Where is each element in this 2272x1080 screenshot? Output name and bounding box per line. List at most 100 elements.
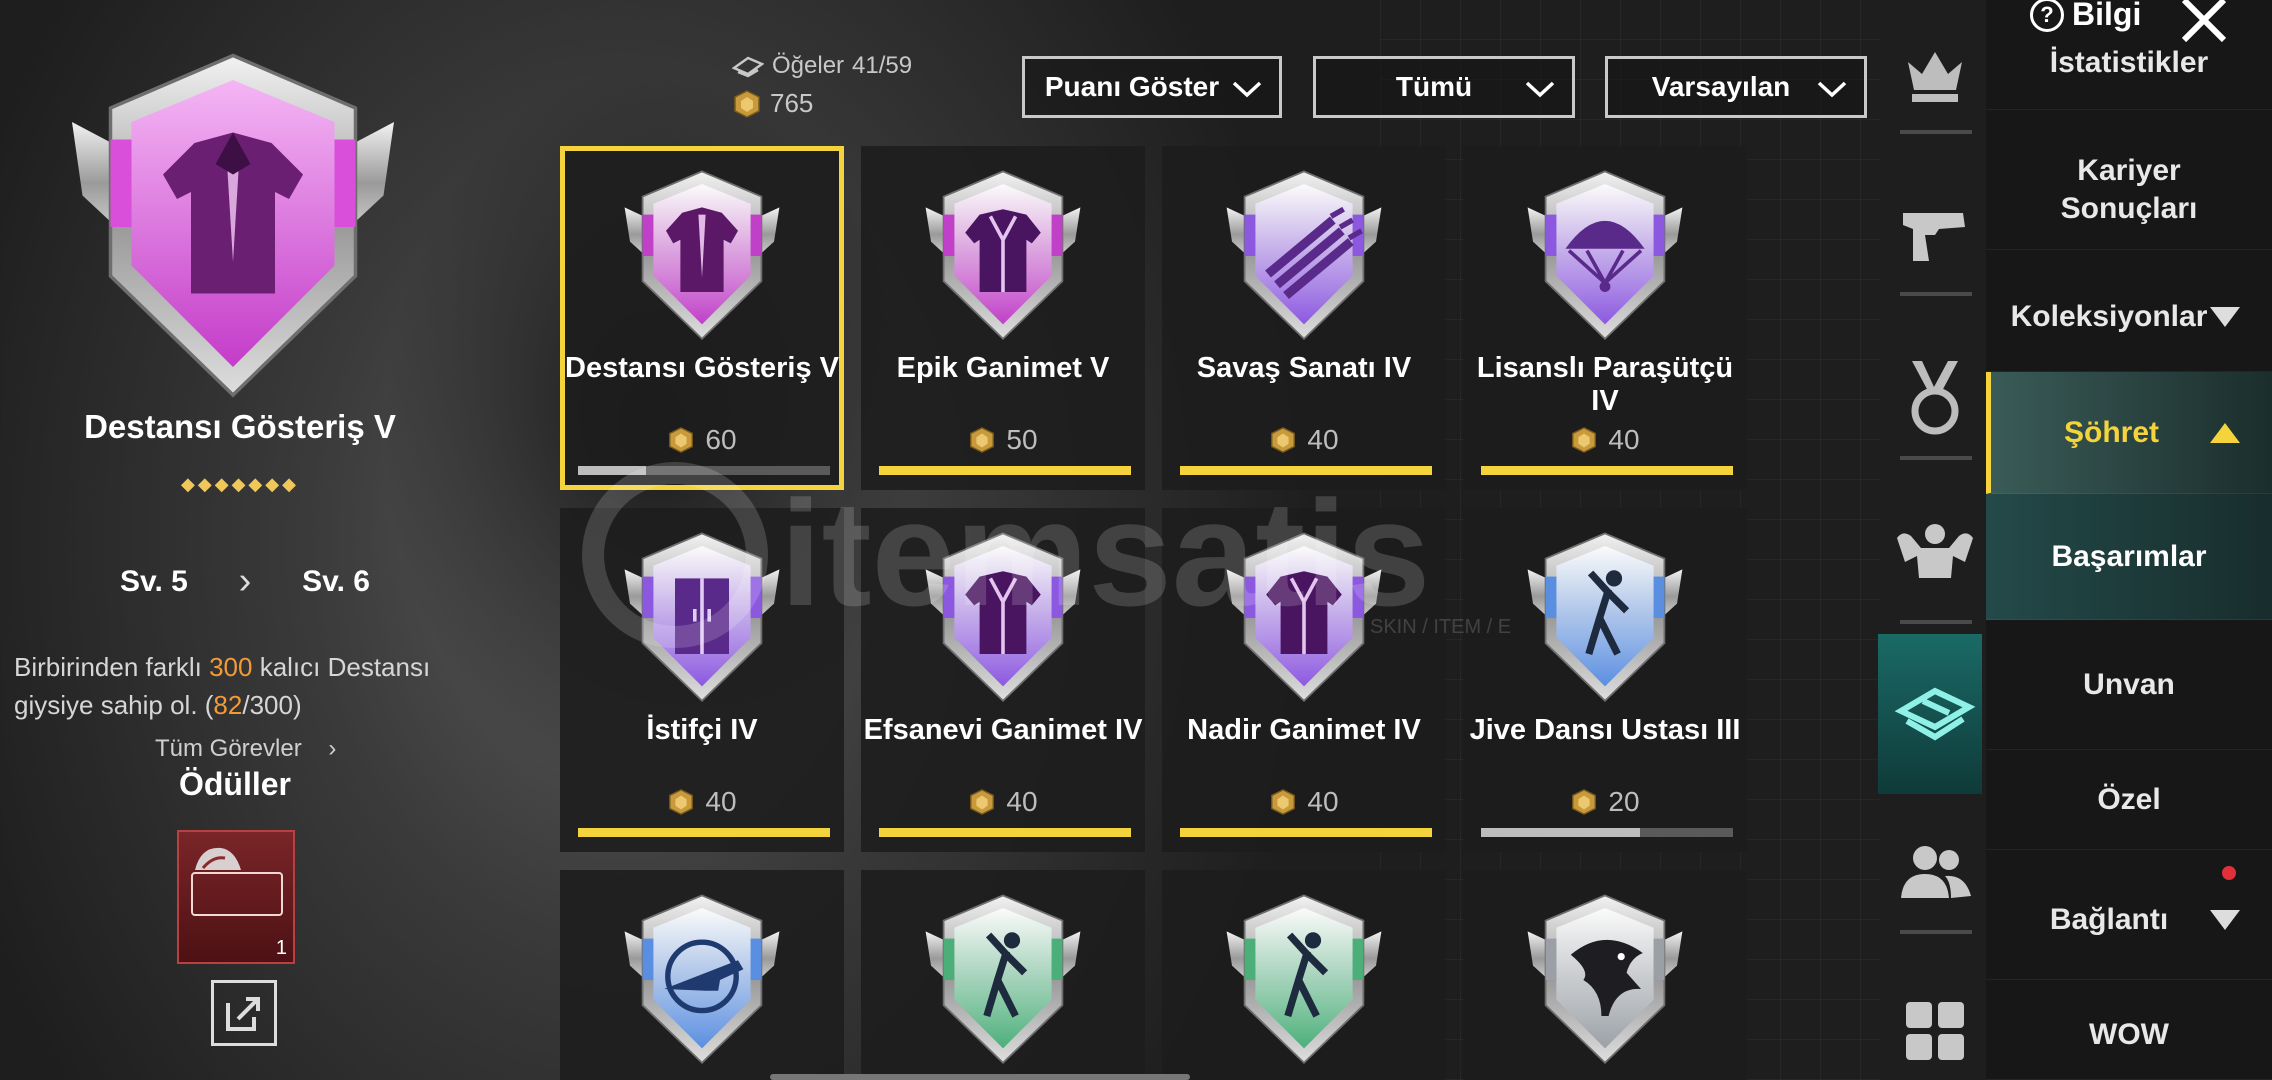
- achievement-points: 60: [565, 424, 839, 456]
- reward-item[interactable]: 1: [177, 830, 295, 964]
- progress-fill: [879, 828, 1131, 837]
- achievement-progress-bar: [1481, 466, 1733, 475]
- achievement-name: Efsanevi Ganimet IV: [863, 714, 1143, 746]
- items-label: Öğeler: [772, 52, 845, 79]
- menu-label: Şöhret: [2063, 415, 2159, 449]
- desc-text-end: /300): [242, 690, 302, 720]
- chevron-right-icon: ›: [238, 560, 252, 602]
- coat-icon: [925, 170, 1081, 341]
- reward-hat-icon: [195, 847, 241, 870]
- items-count: Öğeler 41/59: [732, 52, 912, 80]
- level-progress: Sv. 5 › Sv. 6: [120, 560, 370, 603]
- points-total: 765: [732, 88, 813, 119]
- sort-dropdown[interactable]: Varsayılan: [1605, 56, 1867, 118]
- chevron-down-icon: [1817, 81, 1847, 98]
- sort-label: Varsayılan: [1651, 71, 1791, 102]
- caret-up-icon: [2210, 422, 2240, 443]
- achievement-name: Lisanslı Paraşütçü IV: [1476, 352, 1734, 417]
- achievement-card[interactable]: [560, 870, 844, 1080]
- pistol-icon: [1903, 213, 1965, 261]
- rail-weapons-button[interactable]: [1880, 180, 1990, 290]
- achievement-card[interactable]: Lisanslı Paraşütçü IV 40: [1463, 146, 1747, 490]
- rail-more-button[interactable]: [1880, 976, 1990, 1080]
- help-icon: ?: [2030, 0, 2064, 32]
- friends-icon: [1901, 846, 1971, 898]
- menu-item-career-results[interactable]: Kariyer Sonuçları: [1986, 130, 2272, 250]
- points-coin-icon: [669, 789, 694, 815]
- rail-friends-button[interactable]: [1880, 818, 1990, 928]
- achievement-points: 40: [861, 786, 1145, 818]
- show-points-dropdown[interactable]: Puanı Göster: [1022, 56, 1282, 118]
- achievement-card[interactable]: [1463, 870, 1747, 1080]
- muscle-icon: [1897, 524, 1973, 578]
- rail-body-button[interactable]: [1880, 500, 1990, 610]
- points-coin-icon: [734, 89, 760, 118]
- selected-achievement-name: Destansı Gösteriş V: [84, 408, 396, 445]
- achievement-card[interactable]: İstifçi IV 40: [560, 508, 844, 852]
- caret-down-icon: [2210, 306, 2240, 327]
- points-value: 40: [1307, 424, 1339, 455]
- achievement-name: Epik Ganimet V: [896, 352, 1110, 384]
- share-button[interactable]: [211, 980, 277, 1046]
- menu-item-special[interactable]: Özel: [1986, 750, 2272, 850]
- level-from: Sv. 5: [120, 564, 188, 598]
- reward-quantity: 1: [275, 937, 287, 959]
- menu-item-wow[interactable]: WOW: [1986, 990, 2272, 1080]
- achievement-name: Savaş Sanatı IV: [1196, 352, 1412, 384]
- info-label: Bilgi: [2072, 0, 2142, 32]
- desc-progress: 82: [213, 690, 243, 720]
- medal-icon: [1911, 361, 1959, 435]
- achievement-name: Destansı Gösteriş V: [565, 352, 839, 384]
- rail-medals-button[interactable]: [1880, 342, 1990, 452]
- rail-divider: [1900, 292, 1972, 296]
- points-coin-icon: [1572, 789, 1597, 815]
- points-value: 40: [1006, 786, 1038, 817]
- achievement-progress-bar: [1180, 466, 1432, 475]
- menu-label: Koleksiyonlar: [2010, 299, 2208, 333]
- rail-divider: [1900, 620, 1972, 624]
- menu-item-collections[interactable]: Koleksiyonlar: [1986, 262, 2272, 372]
- achievement-card[interactable]: Destansı Gösteriş V 60: [560, 146, 844, 490]
- reward-box-icon: [191, 872, 283, 916]
- achievement-description: Birbirinden farklı 300 kalıcı Destansı g…: [14, 648, 454, 724]
- rail-collection-button[interactable]: [1880, 658, 1990, 768]
- points-value: 60: [705, 424, 737, 455]
- rail-divider: [1900, 456, 1972, 460]
- achievement-card[interactable]: Savaş Sanatı IV 40: [1162, 146, 1446, 490]
- achievement-points: 40: [1463, 424, 1747, 456]
- dancer-icon: [1226, 894, 1382, 1065]
- share-icon: [226, 997, 260, 1031]
- achievement-card[interactable]: [861, 870, 1145, 1080]
- caret-down-icon: [2210, 909, 2240, 930]
- chevron-down-icon: [1232, 81, 1262, 98]
- achievement-card[interactable]: [1162, 870, 1446, 1080]
- achievement-progress-bar: [578, 828, 830, 837]
- category-dropdown[interactable]: Tümü: [1313, 56, 1575, 118]
- menu-item-fame[interactable]: Şöhret: [1986, 372, 2272, 494]
- progress-fill: [1481, 828, 1640, 837]
- achievement-card[interactable]: Jive Dansı Ustası III 20: [1463, 508, 1747, 852]
- info-button[interactable]: ? Bilgi: [2030, 0, 2141, 33]
- menu-item-title[interactable]: Unvan: [1986, 620, 2272, 750]
- achievement-points: 40: [560, 786, 844, 818]
- points-coin-icon: [970, 427, 995, 453]
- achievement-card[interactable]: Epik Ganimet V 50: [861, 146, 1145, 490]
- progress-fill: [1481, 466, 1733, 475]
- chevron-right-icon: ›: [328, 735, 337, 759]
- points-coin-icon: [669, 427, 694, 453]
- rewards-title: Ödüller: [178, 766, 291, 802]
- progress-fill: [879, 466, 1131, 475]
- rail-crown-button[interactable]: [1880, 20, 1990, 130]
- menu-item-achievements[interactable]: Başarımlar: [1986, 494, 2272, 620]
- rail-divider: [1900, 130, 1972, 134]
- achievement-card[interactable]: Efsanevi Ganimet IV 40: [861, 508, 1145, 852]
- menu-label: Bağlantı: [2049, 902, 2169, 936]
- achievement-card[interactable]: Nadir Ganimet IV 40: [1162, 508, 1446, 852]
- all-tasks-link[interactable]: Tüm Görevler ›: [155, 735, 375, 759]
- menu-label: İstatistikler: [2049, 46, 2209, 79]
- points-value: 50: [1006, 424, 1038, 455]
- progress-fill: [1180, 466, 1432, 475]
- progress-fill: [578, 466, 647, 475]
- close-icon[interactable]: [2176, 0, 2232, 48]
- items-value: 41/59: [852, 52, 913, 79]
